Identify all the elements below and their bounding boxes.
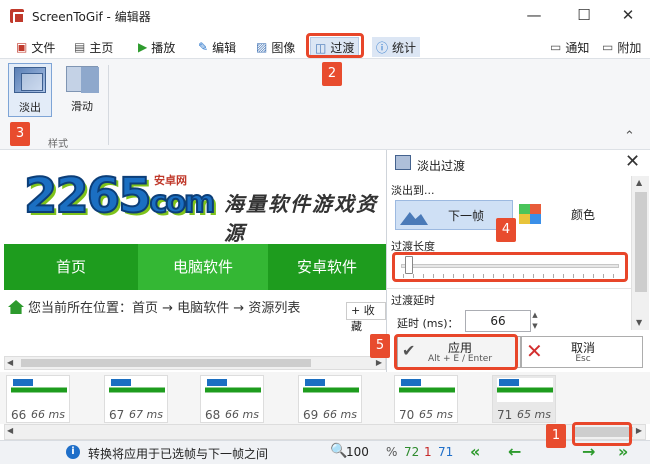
preview-horizontal-scrollbar[interactable]: ◀ ▶ — [4, 356, 386, 370]
previous-frame-icon[interactable]: ← — [508, 442, 521, 461]
extras-button[interactable]: ▭ 附加 — [598, 37, 645, 57]
step-badge-5: 5 — [370, 334, 390, 358]
frame-thumbnail-selected[interactable]: 71 65 ms — [492, 375, 556, 423]
fade-panel-icon — [395, 155, 411, 170]
panel-title: 淡出过渡 — [417, 159, 466, 173]
frame-current-index: 71 — [438, 445, 454, 459]
delay-label: 过渡延时 — [391, 294, 435, 307]
scroll-left-icon[interactable]: ◀ — [7, 425, 13, 437]
cancel-button[interactable]: ✕ 取消 Esc — [521, 336, 643, 368]
site-slogan: 海量软件游戏资源 — [224, 192, 378, 245]
step-badge-4: 4 — [496, 218, 516, 242]
info-icon: i — [66, 445, 80, 459]
tab-edit[interactable]: ✎ 编辑 — [194, 37, 240, 57]
highlight-transition-tab — [306, 33, 364, 58]
pencil-icon: ✎ — [198, 40, 209, 54]
image-icon — [400, 212, 428, 225]
fade-to-label: 淡出到... — [391, 184, 435, 197]
info-icon: ⓘ — [376, 40, 389, 55]
chevron-up-icon[interactable]: ▲ — [529, 310, 541, 321]
panel-close-icon[interactable]: ✕ — [625, 151, 640, 172]
site-header: 2265com 安卓网 海量软件游戏资源 — [4, 150, 386, 245]
frame-image — [399, 378, 455, 402]
play-icon: ▶ — [138, 40, 148, 54]
maximize-button[interactable]: ☐ — [572, 4, 596, 26]
logo-tag: 安卓网 — [154, 174, 187, 187]
ribbon-separator — [108, 65, 109, 145]
window-title: ScreenToGif - 编辑器 — [32, 10, 151, 24]
fade-button[interactable]: 淡出 — [8, 63, 52, 117]
site-nav-home: 首页 — [55, 258, 86, 276]
frame-image — [11, 378, 67, 402]
close-button[interactable]: ✕ — [616, 4, 640, 26]
chevron-down-icon[interactable]: ▼ — [529, 321, 541, 332]
color-palette-icon — [519, 204, 541, 224]
app-icon — [10, 9, 25, 24]
scroll-thumb[interactable] — [635, 192, 647, 292]
frame-thumbnail[interactable]: 68 66 ms — [200, 375, 264, 423]
scroll-right-icon[interactable]: ▶ — [636, 425, 642, 437]
frame-image — [109, 378, 165, 402]
delay-field-label: 延时 (ms)： — [397, 317, 459, 330]
fade-to-color-button[interactable]: 颜色 — [517, 200, 627, 230]
zoom-percent: % — [386, 445, 398, 459]
frame-thumbnail[interactable]: 69 66 ms — [298, 375, 362, 423]
tab-file[interactable]: ▣ 文件 — [12, 37, 59, 57]
image-icon: ▨ — [256, 40, 268, 54]
tab-play[interactable]: ▶ 播放 — [134, 37, 179, 57]
highlight-length-slider — [392, 252, 628, 282]
highlight-selected-frame — [572, 422, 632, 446]
scroll-thumb[interactable] — [21, 359, 311, 367]
collapse-ribbon-icon[interactable]: ⌃ — [624, 129, 635, 144]
save-icon: ▣ — [16, 40, 28, 54]
frame-thumbnail[interactable]: 66 66 ms — [6, 375, 70, 423]
panel-divider — [387, 288, 631, 289]
zoom-icon: 🔍 — [330, 443, 348, 459]
step-badge-2: 2 — [322, 62, 342, 86]
tab-home[interactable]: ▤ 主页 — [70, 37, 117, 57]
home-icon — [8, 300, 24, 314]
title-bar: ScreenToGif - 编辑器 — ☐ ✕ — [0, 0, 650, 32]
zoom-value[interactable]: 100 — [346, 445, 369, 459]
frame-image — [497, 378, 553, 402]
frame-thumbnail[interactable]: 67 67 ms — [104, 375, 168, 423]
frame-image — [205, 378, 261, 402]
site-nav: 首页 电脑软件 安卓软件 — [4, 244, 386, 290]
panel-vertical-scrollbar[interactable]: ▲ ▼ — [631, 176, 649, 330]
notifications-button[interactable]: ▭ 通知 — [546, 37, 593, 57]
extras-icon: ▭ — [602, 40, 614, 54]
step-badge-3: 3 — [10, 122, 30, 146]
scroll-right-icon[interactable]: ▶ — [376, 357, 382, 369]
delay-input[interactable]: 66 — [465, 310, 531, 332]
frame-thumbnail[interactable]: 70 65 ms — [394, 375, 458, 423]
group-label-style: 样式 — [48, 139, 68, 150]
status-text: 转换将应用于已选帧与下一帧之间 — [88, 447, 269, 461]
notification-icon: ▭ — [550, 40, 562, 54]
fade-icon — [14, 67, 46, 93]
minimize-button[interactable]: — — [522, 4, 546, 26]
site-nav-android: 安卓软件 — [296, 258, 357, 276]
scroll-down-icon[interactable]: ▼ — [636, 318, 642, 327]
delay-stepper[interactable]: ▲ ▼ — [529, 310, 541, 332]
scroll-up-icon[interactable]: ▲ — [636, 178, 642, 187]
frame-preview: 2265com 安卓网 海量软件游戏资源 首页 电脑软件 安卓软件 您当前所在位… — [4, 150, 386, 356]
frame-count-total: 72 — [404, 445, 420, 459]
slide-icon — [66, 66, 99, 93]
frame-image — [303, 378, 359, 402]
home-icon: ▤ — [74, 40, 86, 54]
highlight-apply-button — [394, 334, 518, 370]
site-nav-pc: 电脑软件 — [138, 244, 268, 290]
slide-button[interactable]: 滑动 — [60, 63, 104, 117]
frame-count-selected: 1 — [424, 445, 432, 459]
tab-statistics[interactable]: ⓘ 统计 — [372, 37, 421, 57]
site-breadcrumb: 您当前所在位置：首页 → 电脑软件 → 资源列表 — [4, 296, 386, 322]
scroll-left-icon[interactable]: ◀ — [7, 357, 13, 369]
site-collect: + 收藏 — [346, 302, 386, 333]
first-frame-icon[interactable]: « — [470, 442, 480, 461]
tab-image[interactable]: ▨ 图像 — [252, 37, 299, 57]
frame-list: 66 66 ms 67 67 ms 68 66 ms 69 66 ms 70 65 ms … — [0, 372, 650, 424]
step-badge-1: 1 — [546, 424, 566, 448]
